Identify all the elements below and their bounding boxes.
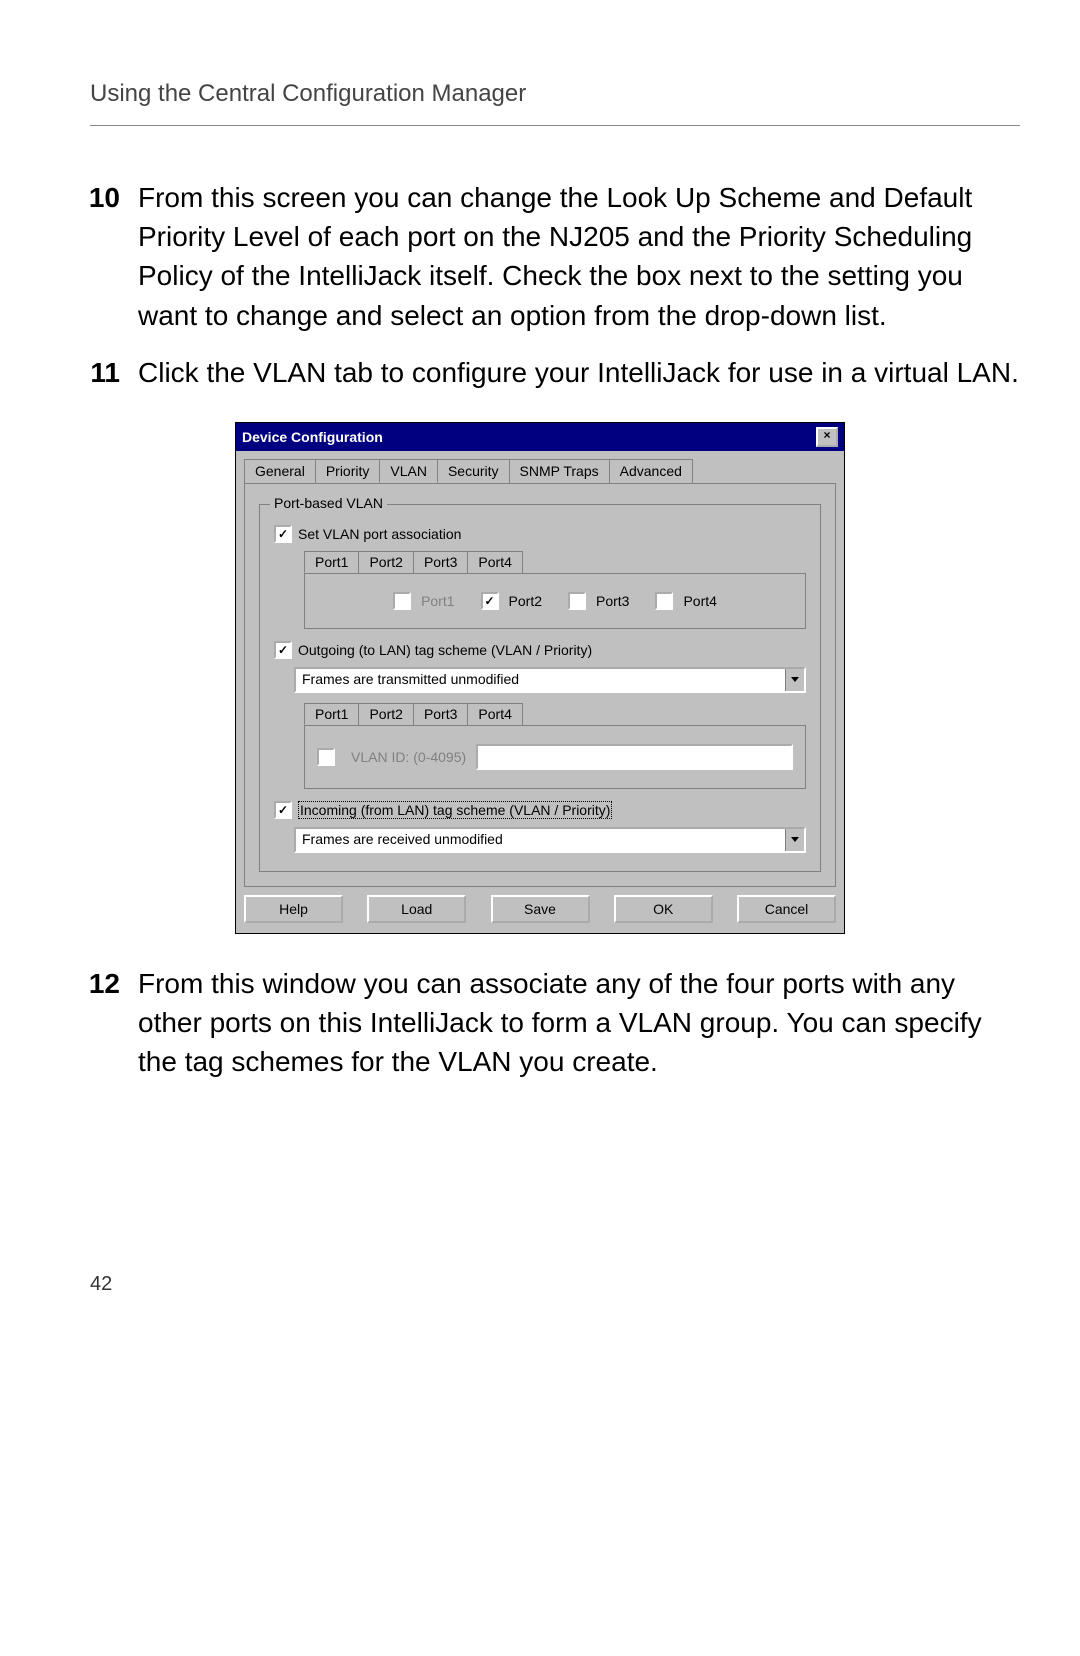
dialog-title: Device Configuration [242, 429, 383, 445]
vlanid-input[interactable] [476, 744, 793, 770]
assoc-port2-checkbox[interactable] [481, 592, 499, 610]
port-tab-3[interactable]: Port3 [413, 551, 468, 573]
device-config-dialog: Device Configuration × General Priority … [235, 422, 845, 934]
set-vlan-checkbox[interactable] [274, 525, 292, 543]
groupbox-title: Port-based VLAN [270, 495, 387, 511]
step-10: 10 From this screen you can change the L… [60, 178, 1020, 335]
vlanid-port-tabs: Port1 Port2 Port3 Port4 [304, 703, 806, 725]
outgoing-checkbox-row: Outgoing (to LAN) tag scheme (VLAN / Pri… [274, 641, 806, 659]
set-vlan-label: Set VLAN port association [298, 526, 461, 542]
page-header: Using the Central Configuration Manager [90, 80, 1020, 108]
port-tab-4[interactable]: Port4 [467, 551, 522, 573]
step-text: From this window you can associate any o… [138, 964, 1020, 1082]
tab-snmp-traps[interactable]: SNMP Traps [509, 459, 610, 483]
vlanid-port-tab-4[interactable]: Port4 [467, 703, 522, 725]
cancel-button[interactable]: Cancel [737, 895, 836, 923]
vlanid-panel: VLAN ID: (0-4095) [304, 725, 806, 789]
association-panel: Port1 Port2 Port3 Port4 [304, 573, 806, 629]
assoc-port4-checkbox[interactable] [655, 592, 673, 610]
close-button[interactable]: × [816, 427, 838, 447]
tab-priority[interactable]: Priority [315, 459, 381, 483]
set-vlan-checkbox-row: Set VLAN port association [274, 525, 806, 543]
assoc-port3-checkbox[interactable] [568, 592, 586, 610]
incoming-label: Incoming (from LAN) tag scheme (VLAN / P… [298, 801, 612, 819]
outgoing-dropdown[interactable]: Frames are transmitted unmodified [294, 667, 806, 693]
step-number: 12 [60, 964, 138, 1082]
port-tab-2[interactable]: Port2 [358, 551, 413, 573]
outgoing-checkbox[interactable] [274, 641, 292, 659]
vlanid-checkbox [317, 748, 335, 766]
outgoing-label: Outgoing (to LAN) tag scheme (VLAN / Pri… [298, 642, 592, 658]
incoming-dropdown-value: Frames are received unmodified [296, 829, 785, 851]
assoc-port2-label: Port2 [509, 593, 542, 609]
outgoing-dropdown-value: Frames are transmitted unmodified [296, 669, 785, 691]
tab-general[interactable]: General [244, 459, 316, 483]
assoc-port1-checkbox [393, 592, 411, 610]
dialog-tabs: General Priority VLAN Security SNMP Trap… [244, 459, 836, 483]
dialog-buttons: Help Load Save OK Cancel [236, 895, 844, 933]
tab-content: Port-based VLAN Set VLAN port associatio… [244, 483, 836, 887]
port-tab-1[interactable]: Port1 [304, 551, 359, 573]
tab-vlan[interactable]: VLAN [379, 459, 438, 483]
vlanid-port-tab-1[interactable]: Port1 [304, 703, 359, 725]
tab-advanced[interactable]: Advanced [609, 459, 693, 483]
tab-security[interactable]: Security [437, 459, 510, 483]
step-text: Click the VLAN tab to configure your Int… [138, 353, 1019, 392]
association-port-tabs: Port1 Port2 Port3 Port4 [304, 551, 806, 573]
load-button[interactable]: Load [367, 895, 466, 923]
step-11: 11 Click the VLAN tab to configure your … [60, 353, 1020, 392]
assoc-port3-label: Port3 [596, 593, 629, 609]
vlanid-port-tab-3[interactable]: Port3 [413, 703, 468, 725]
help-button[interactable]: Help [244, 895, 343, 923]
step-number: 10 [60, 178, 138, 335]
assoc-port1-label: Port1 [421, 593, 454, 609]
vlanid-port-tab-2[interactable]: Port2 [358, 703, 413, 725]
vlanid-label: VLAN ID: (0-4095) [351, 749, 466, 765]
page-number: 42 [90, 1273, 112, 1296]
dropdown-arrow-icon[interactable] [785, 829, 804, 851]
incoming-dropdown[interactable]: Frames are received unmodified [294, 827, 806, 853]
step-12: 12 From this window you can associate an… [60, 964, 1020, 1082]
assoc-port4-label: Port4 [683, 593, 716, 609]
step-number: 11 [60, 353, 138, 392]
dropdown-arrow-icon[interactable] [785, 669, 804, 691]
dialog-titlebar: Device Configuration × [236, 423, 844, 451]
incoming-checkbox-row: Incoming (from LAN) tag scheme (VLAN / P… [274, 801, 806, 819]
header-rule [90, 125, 1020, 126]
step-text: From this screen you can change the Look… [138, 178, 1020, 335]
port-based-vlan-group: Port-based VLAN Set VLAN port associatio… [259, 504, 821, 872]
ok-button[interactable]: OK [614, 895, 713, 923]
incoming-checkbox[interactable] [274, 801, 292, 819]
save-button[interactable]: Save [491, 895, 590, 923]
